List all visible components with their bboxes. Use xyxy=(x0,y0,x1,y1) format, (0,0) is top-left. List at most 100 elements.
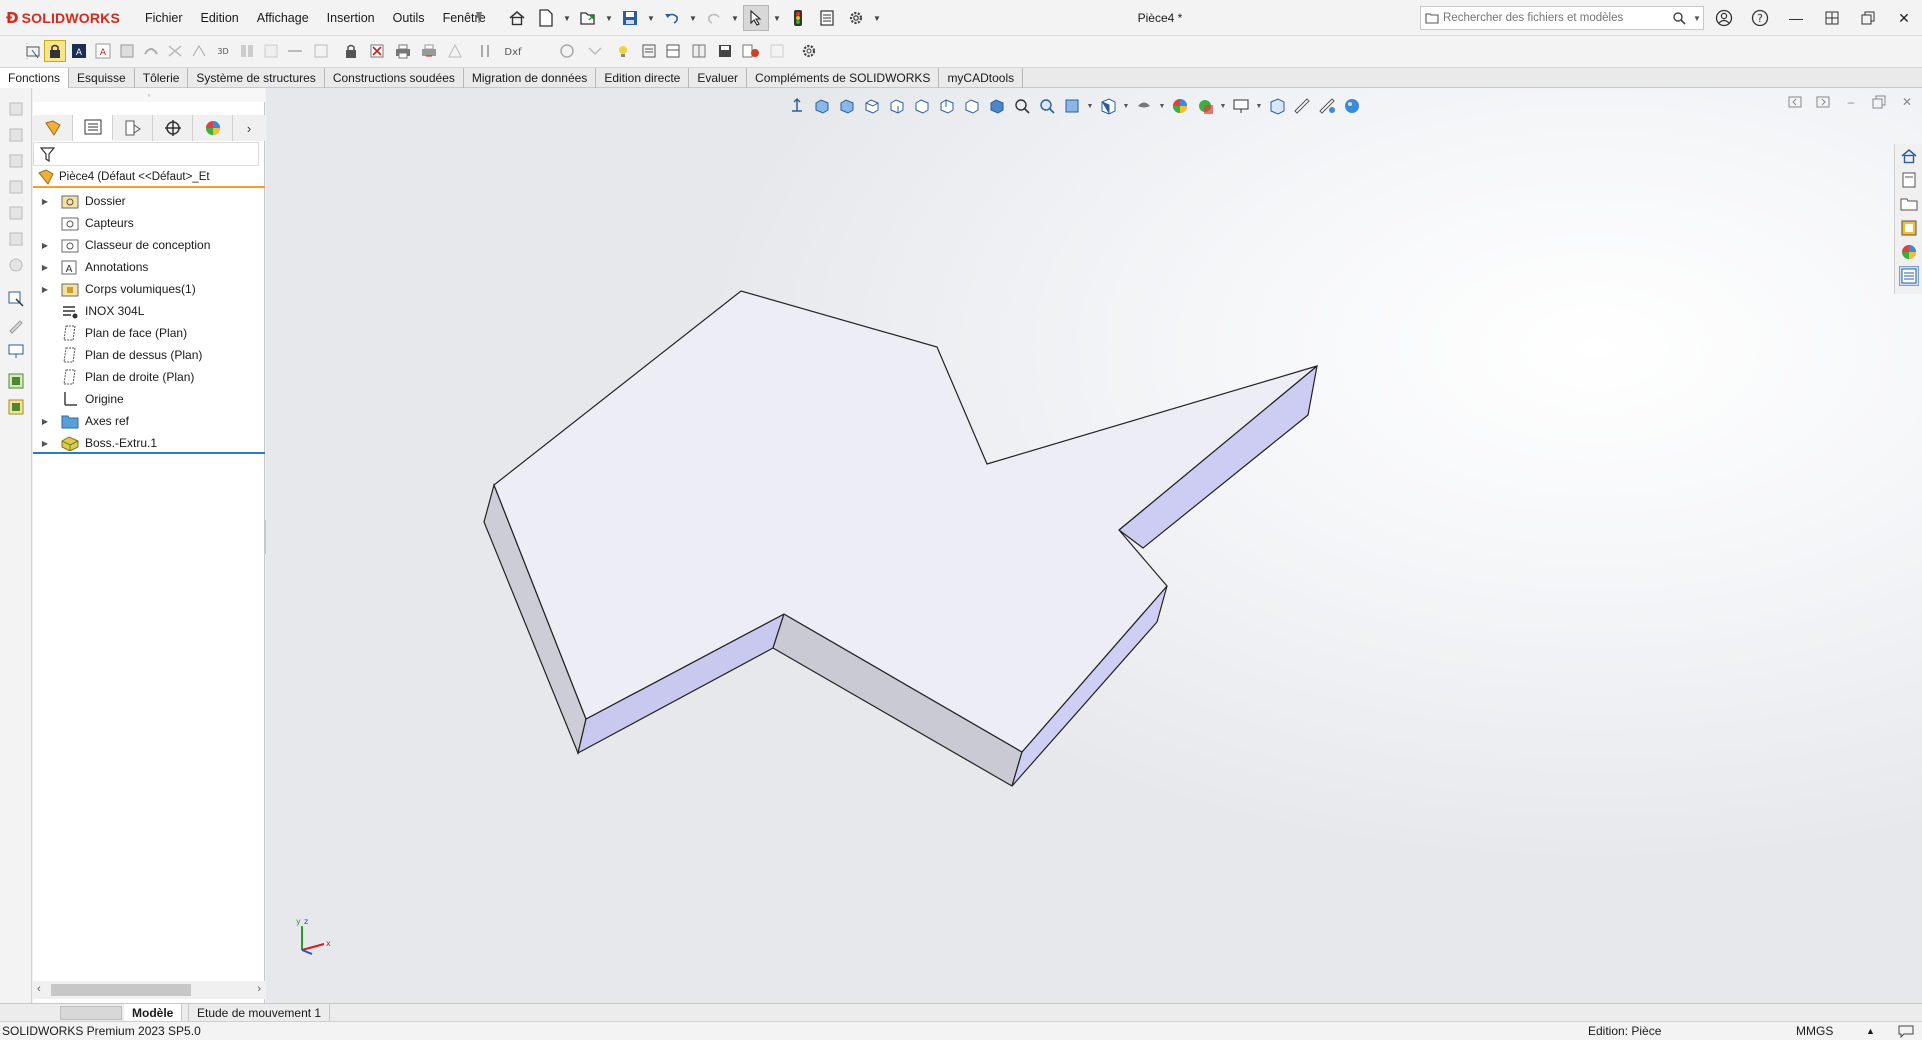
tree-item-capteurs[interactable]: ▶ Capteurs xyxy=(33,212,265,234)
3d-model-viewport[interactable] xyxy=(266,88,1922,1003)
tree-item-corps-volumiques[interactable]: ▶ Corps volumiques(1) xyxy=(33,278,265,300)
viewport-next-icon[interactable] xyxy=(1812,92,1834,112)
dimxpert-tab-icon[interactable] xyxy=(153,115,193,141)
select-cursor-icon[interactable] xyxy=(743,5,769,31)
gray-feature-icon-5[interactable] xyxy=(5,202,27,224)
tab-systeme-structures[interactable]: Système de structures xyxy=(188,68,325,88)
apply-scene-icon[interactable] xyxy=(1194,95,1216,117)
solidworks-logo[interactable]: Ɖ SOLIDWORKS xyxy=(6,8,120,28)
gray-feature-icon-6[interactable] xyxy=(5,228,27,250)
zoom-to-area-icon[interactable] xyxy=(1036,95,1058,117)
chevron-down-icon[interactable]: ▼ xyxy=(1691,14,1703,23)
clearance-tool-icon[interactable] xyxy=(1316,95,1338,117)
display-style-icon[interactable] xyxy=(1133,95,1155,117)
view-top-icon[interactable] xyxy=(861,95,883,117)
tab-esquisse[interactable]: Esquisse xyxy=(69,68,135,88)
view-settings-monitor-icon[interactable] xyxy=(1230,95,1252,117)
tree-item-boss-extrude[interactable]: ▶ Boss.-Extru.1 xyxy=(33,432,265,454)
table-tool-icon[interactable] xyxy=(662,40,684,62)
display-manager-tab-icon[interactable] xyxy=(193,115,233,141)
chevron-down-icon[interactable]: ▼ xyxy=(872,5,882,31)
rollback-bar[interactable] xyxy=(33,452,265,454)
search-box[interactable]: ▼ xyxy=(1420,6,1704,30)
measure-tool-icon[interactable] xyxy=(1291,95,1313,117)
chevron-down-icon[interactable]: ▼ xyxy=(1122,103,1130,110)
view-bottom-icon[interactable] xyxy=(961,95,983,117)
file-properties-icon[interactable] xyxy=(814,5,840,31)
undo-icon[interactable] xyxy=(659,5,685,31)
gray-feature-icon-3[interactable] xyxy=(5,150,27,172)
grid-tool-icon[interactable] xyxy=(688,40,710,62)
chevron-down-icon[interactable]: ▼ xyxy=(646,5,656,31)
menu-fichier[interactable]: Fichier xyxy=(136,0,192,36)
realview-sphere-icon[interactable] xyxy=(1341,95,1363,117)
chevron-down-icon[interactable]: ▼ xyxy=(1255,103,1263,110)
tile-windows-icon[interactable] xyxy=(1814,0,1850,36)
feature-tree-tab-icon[interactable] xyxy=(33,115,73,141)
green-feature-icon-1[interactable] xyxy=(5,370,27,392)
gray-tool-icon-5[interactable] xyxy=(236,40,258,62)
units-selector[interactable]: MMGS xyxy=(1796,1022,1833,1040)
home-icon[interactable] xyxy=(504,5,530,31)
gray-tool-icon-11[interactable] xyxy=(556,40,578,62)
gray-feature-icon-1[interactable] xyxy=(5,98,27,120)
convert-tool-icon[interactable] xyxy=(740,40,762,62)
panel-grip[interactable]: ◦ xyxy=(33,88,265,102)
gray-tool-icon-10[interactable] xyxy=(474,40,496,62)
tree-item-plan-face[interactable]: ▶ Plan de face (Plan) xyxy=(33,322,265,344)
scroll-right-icon[interactable]: › xyxy=(257,983,261,995)
close-icon[interactable]: ✕ xyxy=(1886,0,1922,36)
tab-migration-donnees[interactable]: Migration de données xyxy=(464,68,597,88)
user-account-icon[interactable] xyxy=(1706,0,1742,36)
previous-view-icon[interactable] xyxy=(786,95,808,117)
green-feature-icon-2[interactable] xyxy=(5,396,27,418)
gray-feature-icon-7[interactable] xyxy=(5,254,27,276)
open-document-icon[interactable] xyxy=(575,5,601,31)
tree-root-part[interactable]: Pièce4 (Défaut <<Défaut>_Et xyxy=(33,168,265,188)
menu-insertion[interactable]: Insertion xyxy=(318,0,384,36)
chevron-down-icon[interactable]: ▼ xyxy=(772,5,782,31)
tree-item-material[interactable]: ▶ INOX 304L xyxy=(33,300,265,322)
expand-arrow-icon[interactable]: ▶ xyxy=(39,263,51,272)
design-library-icon[interactable] xyxy=(1899,170,1919,190)
gray-tool-icon-8[interactable] xyxy=(310,40,332,62)
hide-show-items-icon[interactable] xyxy=(1266,95,1288,117)
view-orientation-icon[interactable] xyxy=(1097,95,1119,117)
chevron-down-icon[interactable]: ▼ xyxy=(730,5,740,31)
redo-icon[interactable] xyxy=(701,5,727,31)
menu-affichage[interactable]: Affichage xyxy=(248,0,318,36)
viewport-minimize-icon[interactable]: – xyxy=(1840,92,1862,112)
horizontal-scrollbar[interactable]: ‹ › xyxy=(33,981,265,999)
gray-tool-icon-13[interactable] xyxy=(766,40,788,62)
configuration-manager-tab-icon[interactable] xyxy=(113,115,153,141)
tab-scroll-buttons[interactable] xyxy=(60,1006,122,1020)
monitor-feature-icon[interactable] xyxy=(5,340,27,362)
more-tabs-chevron-icon[interactable]: › xyxy=(233,115,265,141)
sketch-3d-icon[interactable]: 3D xyxy=(212,40,234,62)
view-right-icon[interactable] xyxy=(886,95,908,117)
gray-tool-icon-7[interactable] xyxy=(284,40,306,62)
edit-appearance-icon[interactable] xyxy=(1169,95,1191,117)
expand-arrow-icon[interactable]: ▶ xyxy=(39,197,51,206)
expand-arrow-icon[interactable]: ▶ xyxy=(39,417,51,426)
units-chevron-up-icon[interactable]: ▲ xyxy=(1866,1022,1875,1040)
gray-tool-icon-3[interactable] xyxy=(164,40,186,62)
tab-evaluer[interactable]: Evaluer xyxy=(689,68,748,88)
zoom-fit-icon[interactable] xyxy=(811,95,833,117)
expand-arrow-icon[interactable]: ▶ xyxy=(39,241,51,250)
gray-tool-icon-12[interactable] xyxy=(584,40,606,62)
expand-arrow-icon[interactable]: ▶ xyxy=(39,285,51,294)
view-isometric-icon[interactable] xyxy=(986,95,1008,117)
chevron-down-icon[interactable]: ▼ xyxy=(1086,103,1094,110)
tab-complements[interactable]: Compléments de SOLIDWORKS xyxy=(747,68,940,88)
delete-red-icon[interactable] xyxy=(366,40,388,62)
sketch-red-icon[interactable]: A xyxy=(92,40,114,62)
gray-feature-icon-4[interactable] xyxy=(5,176,27,198)
edit-sketch-icon[interactable] xyxy=(5,314,27,336)
custom-properties-icon[interactable] xyxy=(1899,266,1919,286)
tab-constructions-soudees[interactable]: Constructions soudées xyxy=(325,68,464,88)
chevron-down-icon[interactable]: ▼ xyxy=(1219,103,1227,110)
viewport-prev-icon[interactable] xyxy=(1784,92,1806,112)
gray-tool-icon-9[interactable] xyxy=(444,40,466,62)
view-back-icon[interactable] xyxy=(911,95,933,117)
